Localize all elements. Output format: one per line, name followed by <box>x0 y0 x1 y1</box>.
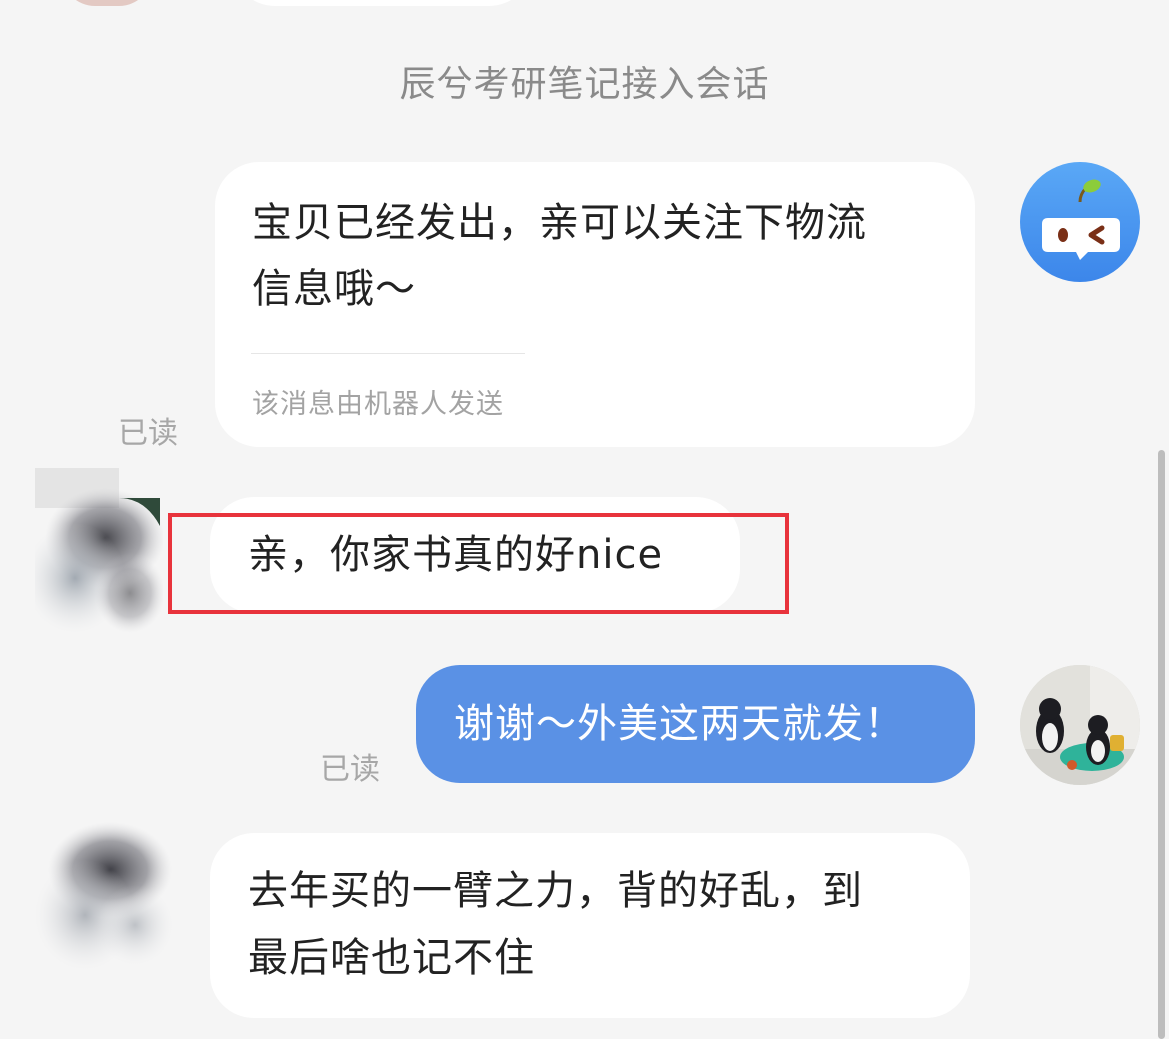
penguin-toys-avatar-icon[interactable] <box>1020 665 1140 785</box>
highlight-box <box>168 513 789 614</box>
system-notice: 辰兮考研笔记接入会话 <box>399 64 770 105</box>
cloud-ink-avatar-icon[interactable] <box>35 468 163 644</box>
self-message-bubble[interactable]: 谢谢～外美这两天就发！ <box>416 665 975 783</box>
robot-sent-note: 该消息由机器人发送 <box>252 389 504 420</box>
robot-message-bubble[interactable]: 宝贝已经发出，亲可以关注下物流 信息哦～ 该消息由机器人发送 <box>215 162 975 447</box>
cloud-ink-avatar-icon[interactable] <box>35 815 175 980</box>
scrollbar[interactable] <box>1158 450 1165 1039</box>
message-text-line: 信息哦～ <box>252 266 416 312</box>
message-text-line: 最后啥也记不住 <box>248 935 535 981</box>
previous-avatar <box>62 0 152 6</box>
message-text-line: 宝贝已经发出，亲可以关注下物流 <box>252 200 867 246</box>
message-divider <box>251 353 525 354</box>
message-text: 谢谢～外美这两天就发！ <box>454 701 905 747</box>
robot-avatar-icon[interactable] <box>1020 162 1140 282</box>
previous-message-bubble <box>232 0 532 6</box>
read-status: 已读 <box>320 752 380 787</box>
read-status: 已读 <box>118 416 178 451</box>
customer-message-bubble[interactable]: 去年买的一臂之力，背的好乱，到 最后啥也记不住 <box>210 833 970 1018</box>
message-text-line: 去年买的一臂之力，背的好乱，到 <box>248 868 863 914</box>
